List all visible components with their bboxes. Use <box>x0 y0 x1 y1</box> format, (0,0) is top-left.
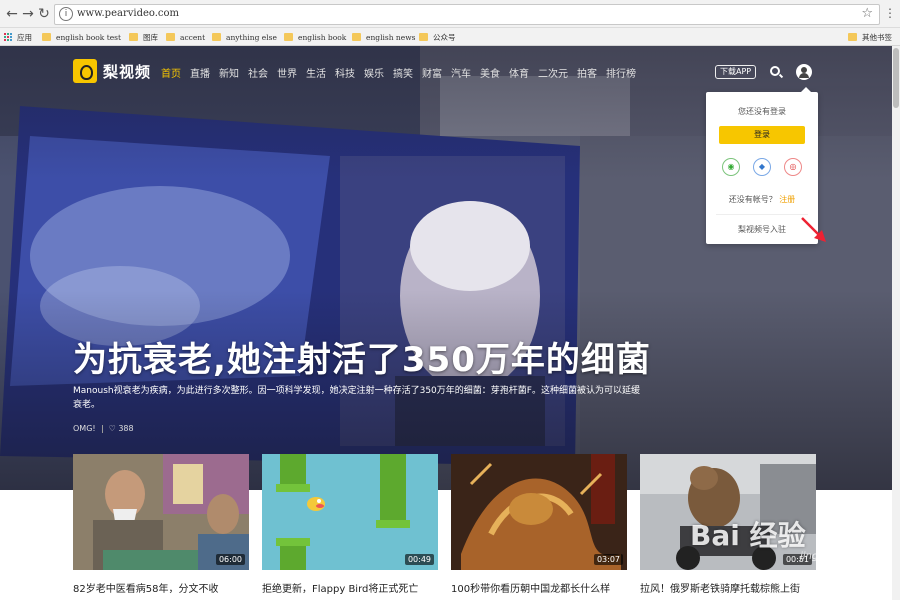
nav-item-life[interactable]: 生活 <box>306 65 326 80</box>
like-count: ♡ 388 <box>108 424 134 433</box>
video-card[interactable]: 00:49 拒绝更新，Flappy Bird将正式死亡 <box>262 454 438 595</box>
video-card[interactable]: 03:07 100秒带你看历朝中国龙都长什么样 <box>451 454 627 595</box>
bookmark-label: 其他书签 <box>862 32 892 42</box>
scrollbar[interactable] <box>892 46 900 600</box>
nav-item-entertainment[interactable]: 娱乐 <box>364 65 384 80</box>
browser-window: ← → ↻ i www.pearvideo.com ☆ ⋮ 应用 english… <box>0 0 900 600</box>
url-text: www.pearvideo.com <box>77 8 180 19</box>
watermark: Bai 经验 <box>690 519 806 552</box>
no-account-label: 还没有帐号？ <box>728 195 777 204</box>
bookmark-label: 公众号 <box>433 32 456 42</box>
search-icon[interactable] <box>770 66 780 76</box>
page-content: 梨视频 首页 直播 新知 社会 世界 生活 科技 娱乐 搞笑 财富 汽车 美食 … <box>0 46 892 600</box>
video-thumbnail[interactable]: 03:07 <box>451 454 627 570</box>
divider <box>716 214 808 215</box>
scroll-thumb[interactable] <box>893 48 899 108</box>
divider <box>101 424 103 433</box>
nav-item-auto[interactable]: 汽车 <box>451 65 471 80</box>
nav-item-knowledge[interactable]: 新知 <box>219 65 239 80</box>
folder-icon <box>129 33 138 41</box>
forward-icon[interactable]: → <box>20 5 36 23</box>
video-title[interactable]: 100秒带你看历朝中国龙都长什么样 <box>451 580 627 595</box>
bookmark-folder[interactable]: english book <box>284 31 346 43</box>
star-icon[interactable]: ☆ <box>861 6 873 21</box>
main-nav: 首页 直播 新知 社会 世界 生活 科技 娱乐 搞笑 财富 汽车 美食 体育 二… <box>161 65 645 80</box>
folder-icon <box>166 33 175 41</box>
bookmark-folder[interactable]: 图库 <box>129 31 158 43</box>
nav-item-paike[interactable]: 拍客 <box>577 65 597 80</box>
folder-icon <box>419 33 428 41</box>
qq-icon[interactable]: ◆ <box>753 158 771 176</box>
nav-item-world[interactable]: 世界 <box>277 65 297 80</box>
bookmark-folder[interactable]: english news <box>352 31 415 43</box>
apps-icon <box>4 33 12 41</box>
thumbnail-image <box>451 454 627 570</box>
menu-icon[interactable]: ⋮ <box>884 6 896 20</box>
bookmark-label: 图库 <box>143 32 158 42</box>
no-account-text: 还没有帐号？ 注册 <box>706 194 818 205</box>
login-button[interactable]: 登录 <box>719 126 805 144</box>
red-arrow-annotation <box>801 217 826 242</box>
hero-tag[interactable]: OMG! <box>73 424 96 433</box>
duration-badge: 00:49 <box>404 554 434 565</box>
nav-item-ranking[interactable]: 排行榜 <box>606 65 636 80</box>
bookmark-label: accent <box>180 32 206 42</box>
bookmark-label: english book test <box>56 32 122 42</box>
logo-text: 梨视频 <box>103 62 152 81</box>
folder-icon <box>848 33 857 41</box>
hero-title[interactable]: 为抗衰老,她注射活了350万年的细菌 <box>73 332 651 381</box>
login-prompt: 您还没有登录 <box>738 107 786 116</box>
bookmark-folder[interactable]: accent <box>166 31 205 43</box>
site-logo[interactable]: 梨视频 <box>73 59 151 83</box>
thumbnail-image <box>73 454 249 570</box>
address-bar: ← → ↻ i www.pearvideo.com ☆ ⋮ <box>0 0 900 28</box>
nav-item-tech[interactable]: 科技 <box>335 65 355 80</box>
weibo-icon[interactable]: ◎ <box>784 158 802 176</box>
video-title[interactable]: 拉风！俄罗斯老铁骑摩托载棕熊上街 <box>640 580 816 595</box>
nav-item-funny[interactable]: 搞笑 <box>393 65 413 80</box>
folder-icon <box>284 33 293 41</box>
folder-icon <box>212 33 221 41</box>
bookmark-folder[interactable]: english book test <box>42 31 121 43</box>
nav-item-finance[interactable]: 财富 <box>422 65 442 80</box>
video-title[interactable]: 82岁老中医看病58年，分文不收 <box>73 580 249 595</box>
nav-item-home[interactable]: 首页 <box>161 65 181 80</box>
info-icon[interactable]: i <box>59 7 73 21</box>
watermark-url: jingyan.baidu.com <box>800 551 892 562</box>
bookmark-label: 应用 <box>17 32 32 42</box>
video-thumbnail[interactable]: 00:49 <box>262 454 438 570</box>
bookmark-folder[interactable]: anything else <box>212 31 277 43</box>
folder-icon <box>42 33 51 41</box>
bookmark-label: anything else <box>226 32 277 42</box>
video-card[interactable]: 06:00 82岁老中医看病58年，分文不收 <box>73 454 249 595</box>
register-link[interactable]: 注册 <box>779 195 795 204</box>
duration-badge: 03:07 <box>593 554 623 565</box>
download-app-button[interactable]: 下载APP <box>715 65 757 79</box>
bookmark-folder[interactable]: 公众号 <box>419 31 456 43</box>
back-icon[interactable]: ← <box>4 5 20 23</box>
folder-icon <box>352 33 361 41</box>
thumbnail-image <box>262 454 438 570</box>
url-input[interactable]: i www.pearvideo.com ☆ <box>54 4 880 25</box>
bookmark-apps[interactable]: 应用 <box>4 31 32 43</box>
user-icon[interactable] <box>796 64 812 80</box>
bookmark-label: english news <box>366 32 416 42</box>
nav-item-food[interactable]: 美食 <box>480 65 500 80</box>
reload-icon[interactable]: ↻ <box>36 5 52 23</box>
bookmark-label: english book <box>298 32 347 42</box>
hero-meta: OMG! ♡ 388 <box>73 424 134 433</box>
hero-description: Manoush视衰老为疾病，为此进行多次整形。因一项科学发现，她决定注射一种存活… <box>73 386 640 410</box>
bookmark-folder[interactable]: 其他书签 <box>848 31 892 43</box>
video-title[interactable]: 拒绝更新，Flappy Bird将正式死亡 <box>262 580 438 595</box>
video-thumbnail[interactable]: 06:00 <box>73 454 249 570</box>
nav-item-society[interactable]: 社会 <box>248 65 268 80</box>
nav-item-acg[interactable]: 二次元 <box>538 65 568 80</box>
pear-logo-icon <box>73 59 97 83</box>
nav-item-sports[interactable]: 体育 <box>509 65 529 80</box>
duration-badge: 06:00 <box>215 554 245 565</box>
wechat-icon[interactable]: ◉ <box>722 158 740 176</box>
bookmarks-bar: 应用 english book test 图库 accent anything … <box>0 28 900 46</box>
nav-item-live[interactable]: 直播 <box>190 65 210 80</box>
